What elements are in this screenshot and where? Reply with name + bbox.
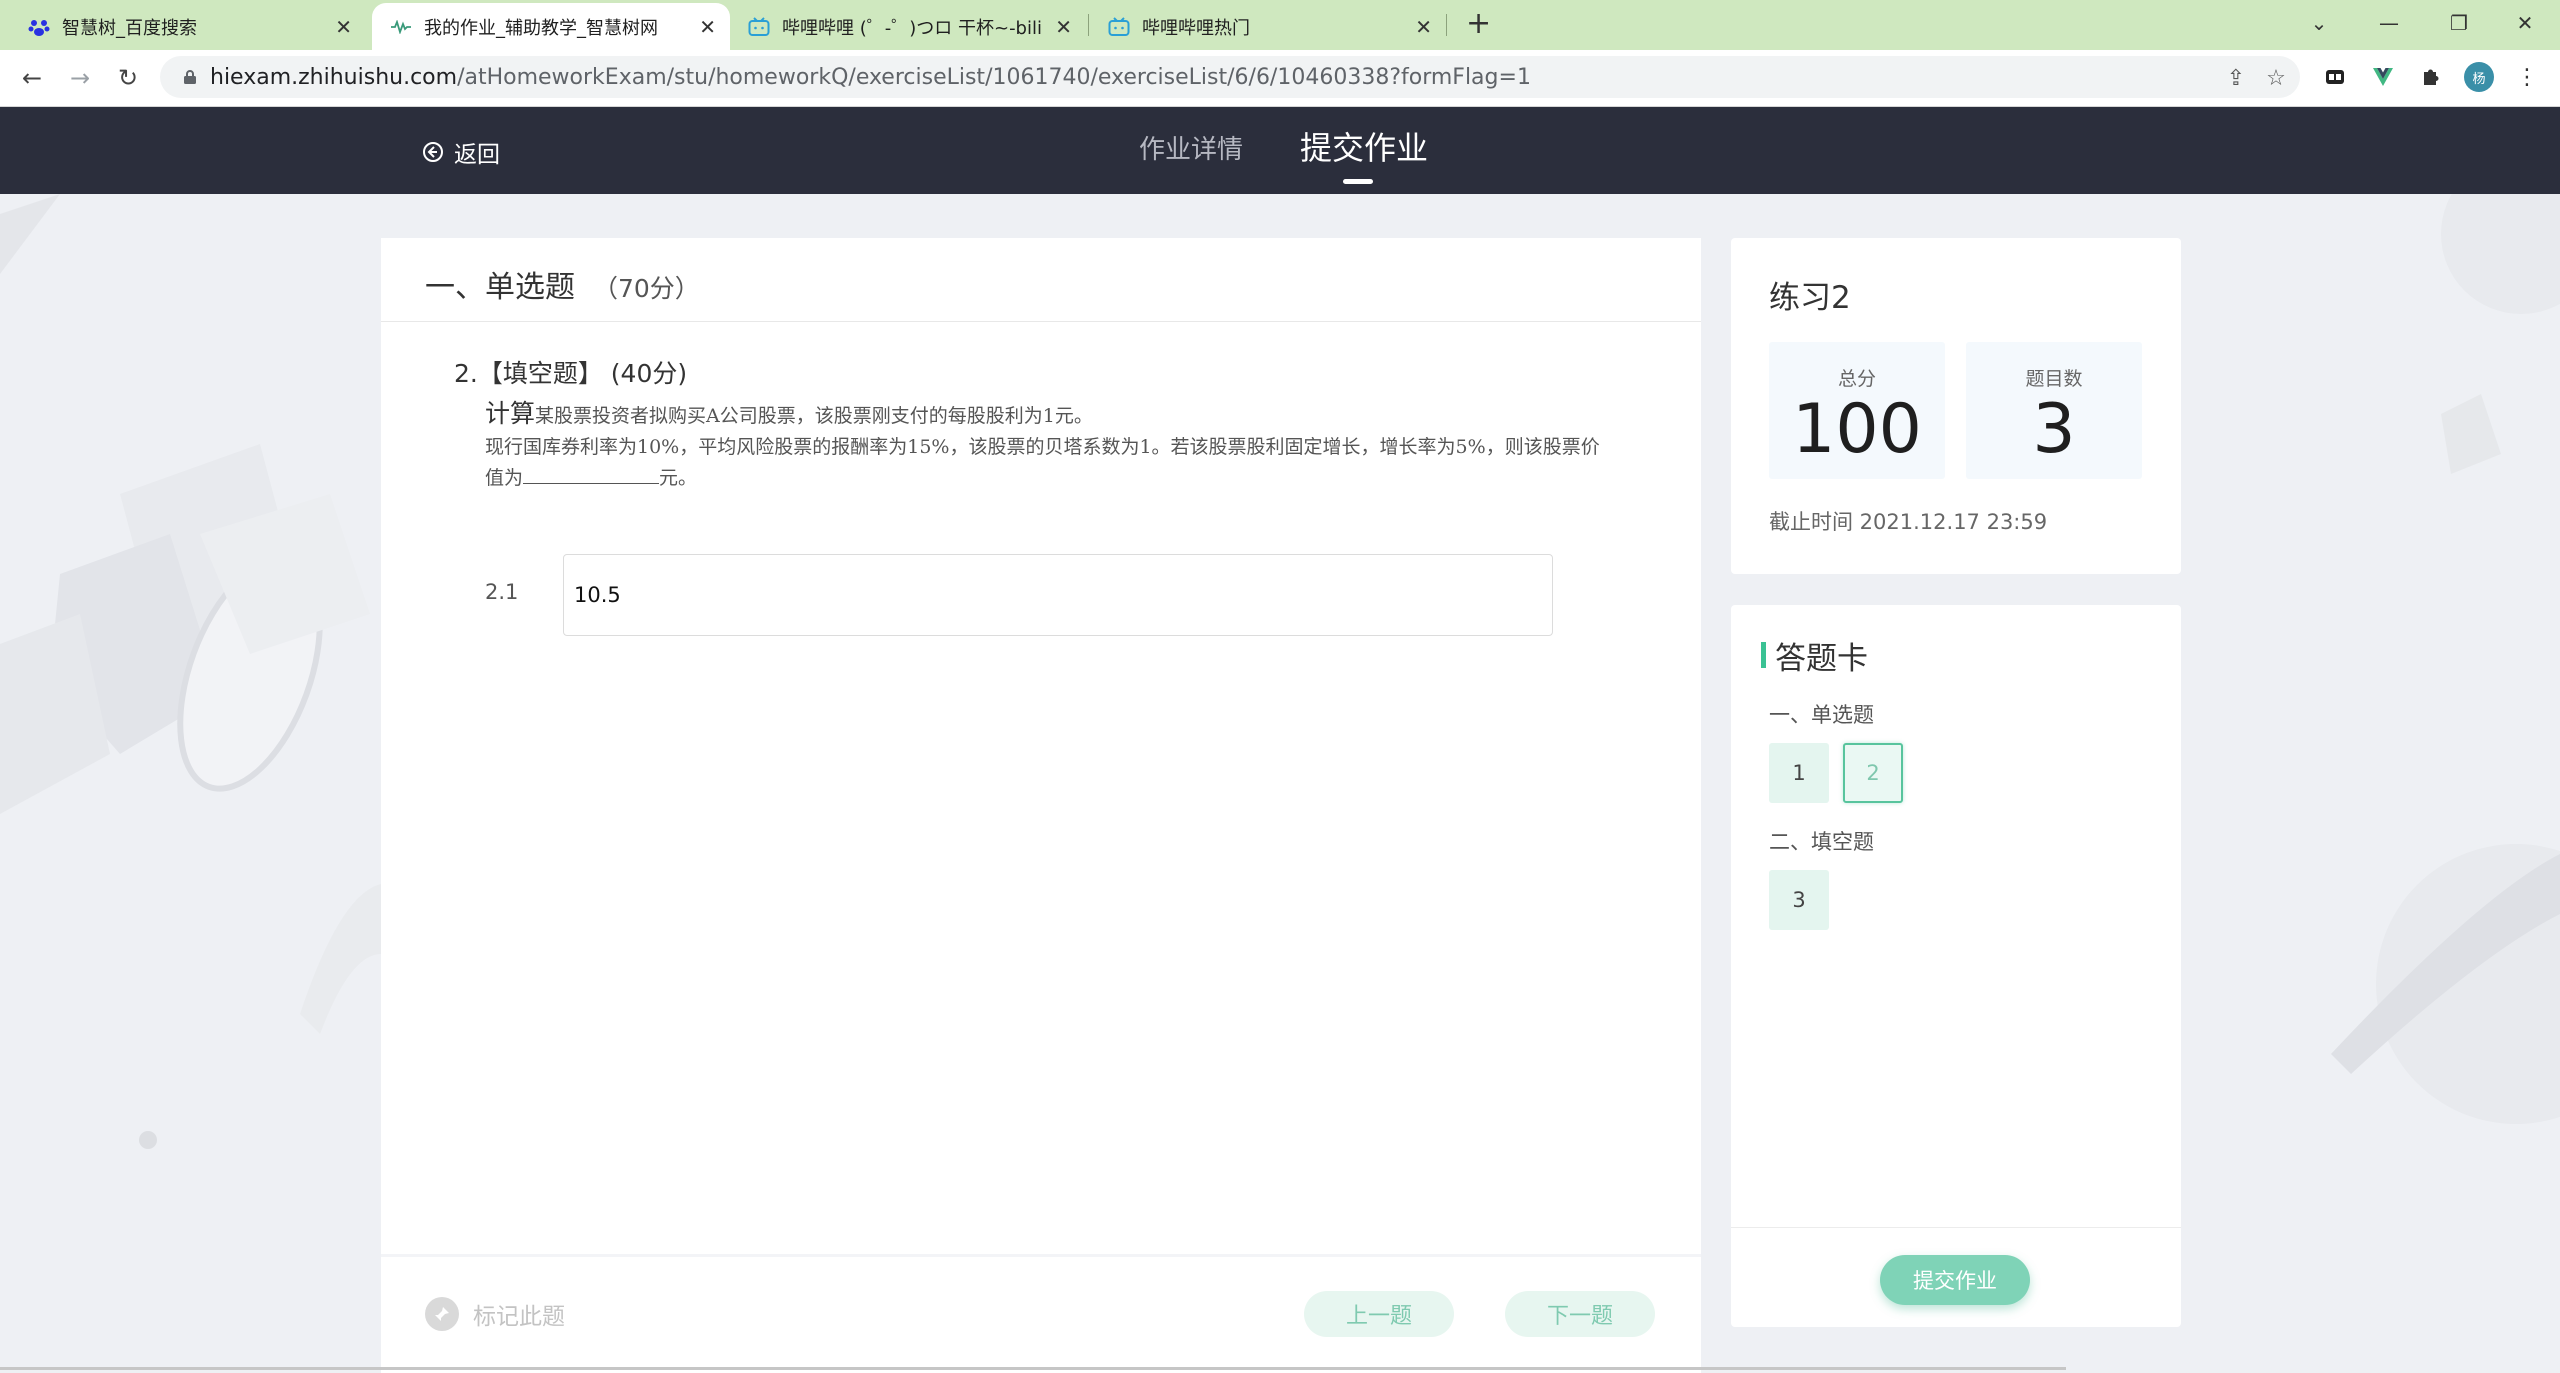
tab-title: 哔哩哔哩 (゜-゜)つロ 干杯~-bilibili [782, 17, 1042, 39]
question-number: 2.【填空题】 (40分) [454, 359, 688, 388]
reload-icon[interactable]: ↻ [108, 58, 148, 98]
bilibili-icon [1108, 16, 1130, 38]
extension-tab-icon[interactable] [2320, 62, 2350, 92]
question-text-line1: 某股票投资者拟购买A公司股票，该股票刚支付的每股股利为1元。 [535, 405, 1093, 427]
question-nav-item[interactable]: 1 [1769, 743, 1829, 803]
deadline: 截止时间 2021.12.17 23:59 [1769, 510, 2048, 534]
total-score-value: 100 [1792, 390, 1922, 469]
mark-question-button[interactable]: 标记此题 [425, 1297, 565, 1331]
tab-title: 智慧树_百度搜索 [62, 17, 197, 39]
answer-card-section-title: 一、单选题 [1769, 703, 1874, 727]
close-tab-icon[interactable]: ✕ [1415, 15, 1432, 39]
back-circle-icon [422, 141, 444, 163]
browser-tab-bilibili-hot[interactable]: 哔哩哔哩热门 ✕ [1090, 3, 1446, 50]
restore-icon[interactable]: ❐ [2424, 0, 2494, 46]
tab-homework-detail[interactable]: 作业详情 [1139, 129, 1243, 166]
tab-separator [1446, 14, 1447, 36]
next-question-button[interactable]: 下一题 [1505, 1291, 1655, 1337]
background-decoration-right [2331, 194, 2560, 1124]
tab-title: 哔哩哔哩热门 [1142, 17, 1250, 39]
page-header: 返回 作业详情 提交作业 [0, 107, 2560, 194]
tab-search-chevron-icon[interactable]: ⌄ [2284, 0, 2354, 46]
extensions-puzzle-icon[interactable] [2416, 62, 2446, 92]
tab-separator [1088, 14, 1089, 36]
prev-question-button[interactable]: 上一题 [1304, 1291, 1454, 1337]
bookmark-star-icon[interactable]: ☆ [2262, 64, 2290, 92]
browser-tab-bilibili[interactable]: 哔哩哔哩 (゜-゜)つロ 干杯~-bilibili ✕ [730, 3, 1086, 50]
answer-card-title: 答题卡 [1775, 641, 1868, 677]
bilibili-icon [748, 16, 770, 38]
title-accent-bar [1761, 642, 1766, 668]
question-lead: 计算 [485, 399, 536, 428]
share-icon[interactable]: ⇪ [2222, 64, 2250, 92]
answer-card: 答题卡 一、单选题 1 2 二、填空题 3 提交作业 [1731, 605, 2181, 1327]
question-footer: 标记此题 上一题 下一题 [381, 1254, 1701, 1373]
profile-avatar[interactable]: 杨 [2464, 62, 2494, 92]
tab-submit-homework[interactable]: 提交作业 [1300, 123, 1428, 169]
answer-card-section-title: 二、填空题 [1769, 830, 1874, 854]
back-label: 返回 [454, 142, 500, 168]
question-nav-item-current[interactable]: 2 [1843, 743, 1903, 803]
back-button[interactable]: 返回 [422, 135, 500, 169]
question-count-box: 题目数 3 [1966, 342, 2142, 479]
close-window-icon[interactable]: ✕ [2490, 0, 2560, 46]
pin-icon [425, 1297, 459, 1331]
answer-input[interactable] [563, 554, 1553, 636]
close-tab-icon[interactable]: ✕ [335, 15, 352, 39]
answer-label: 2.1 [485, 580, 519, 604]
baidu-paw-icon [28, 16, 50, 38]
background-decoration-left [0, 194, 381, 1149]
url-bar[interactable]: hiexam.zhihuishu.com/atHomeworkExam/stu/… [160, 56, 2300, 98]
question-stem: 计算某股票投资者拟购买A公司股票，该股票刚支付的每股股利为1元。 现行国库券利率… [485, 398, 1665, 494]
url-text: hiexam.zhihuishu.com/atHomeworkExam/stu/… [210, 64, 1531, 90]
new-tab-button[interactable]: + [1466, 6, 1491, 41]
homework-info-panel: 练习2 总分 100 题目数 3 截止时间 2021.12.17 23:59 [1731, 238, 2181, 574]
question-nav-item[interactable]: 3 [1769, 870, 1829, 930]
minimize-icon[interactable]: — [2354, 0, 2424, 46]
divider [1731, 1227, 2181, 1228]
browser-tab-homework[interactable]: 我的作业_辅助教学_智慧树网 ✕ [372, 3, 730, 50]
vue-devtools-icon[interactable] [2368, 62, 2398, 92]
question-count-value: 3 [2032, 390, 2076, 469]
address-toolbar: ← → ↻ hiexam.zhihuishu.com/atHomeworkExa… [0, 50, 2560, 107]
back-arrow-icon[interactable]: ← [12, 58, 52, 98]
active-tab-indicator [1343, 179, 1373, 184]
question-text-line2: 现行国库券利率为10%，平均风险股票的报酬率为15%，该股票的贝塔系数为1。若该… [485, 436, 1600, 458]
total-score-box: 总分 100 [1769, 342, 1945, 479]
forward-arrow-icon[interactable]: → [60, 58, 100, 98]
submit-homework-button[interactable]: 提交作业 [1880, 1255, 2030, 1305]
browser-menu-icon[interactable]: ⋮ [2512, 62, 2542, 92]
homework-name: 练习2 [1769, 280, 1851, 316]
close-tab-icon[interactable]: ✕ [699, 15, 716, 39]
total-score-label: 总分 [1837, 368, 1876, 390]
section-title: 一、单选题 （70分） [425, 270, 700, 305]
mark-label: 标记此题 [473, 1304, 565, 1330]
lock-icon [182, 69, 198, 85]
question-text-line3-pre: 值为 [485, 467, 524, 489]
question-panel: 一、单选题 （70分） 2.【填空题】 (40分) 计算某股票投资者拟购买A公司股… [381, 238, 1701, 1370]
browser-tab-bar: 智慧树_百度搜索 ✕ 我的作业_辅助教学_智慧树网 ✕ 哔哩哔哩 (゜-゜)つロ… [0, 0, 2560, 50]
tab-title: 我的作业_辅助教学_智慧树网 [424, 17, 658, 39]
question-count-label: 题目数 [2025, 368, 2083, 390]
browser-tab-baidu[interactable]: 智慧树_百度搜索 ✕ [10, 3, 366, 50]
close-tab-icon[interactable]: ✕ [1055, 15, 1072, 39]
question-text-line3-post: 元。 [659, 467, 698, 489]
section-divider [381, 321, 1701, 322]
blank-line [523, 463, 660, 484]
zhihuishu-icon [390, 16, 412, 38]
